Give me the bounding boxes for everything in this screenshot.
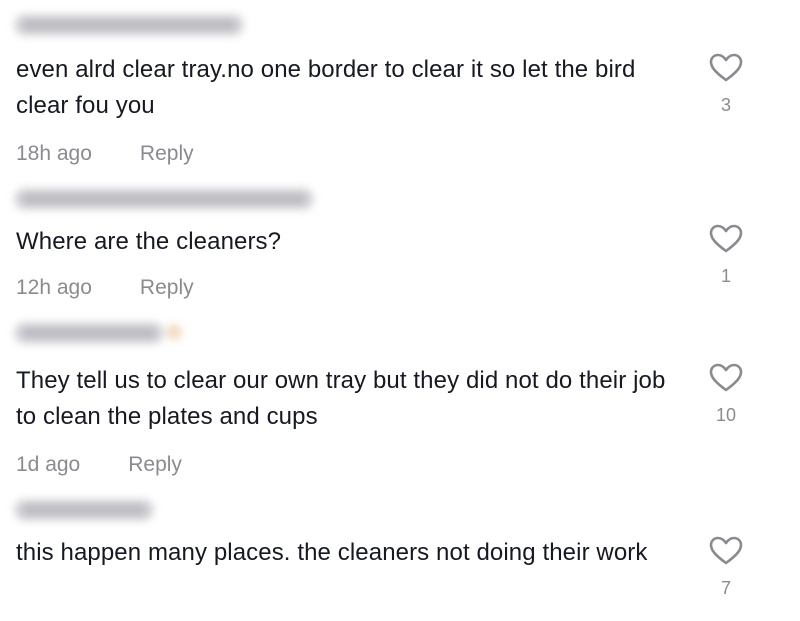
like-control[interactable]: 1 [705,224,747,287]
comment-meta: 1d ago Reply [16,453,182,477]
comment-text: this happen many places. the cleaners no… [16,539,648,566]
comment-text: even alrd clear tray.no one border to cl… [16,56,636,119]
like-control[interactable]: 10 [705,363,747,426]
comment-text: They tell us to clear our own tray but t… [16,367,666,430]
like-control[interactable]: 7 [705,536,747,599]
heart-outline-icon[interactable] [709,53,743,83]
reply-button[interactable]: Reply [140,142,194,166]
reply-button[interactable]: Reply [140,276,194,300]
comment-meta: 12h ago Reply [16,276,194,300]
comment-meta: 18h ago Reply [16,142,194,166]
like-count: 3 [720,95,731,115]
comment-timestamp: 12h ago [16,276,92,299]
reply-button[interactable]: Reply [128,453,182,477]
like-count: 1 [720,266,731,286]
heart-outline-icon[interactable] [709,224,743,254]
username-blurred[interactable] [14,188,314,210]
username-blurred[interactable] [14,499,154,521]
username-blurred[interactable] [14,322,182,344]
comment-timestamp: 1d ago [16,453,81,476]
heart-outline-icon[interactable] [709,536,743,566]
username-blurred[interactable] [14,14,244,36]
comment-timestamp: 18h ago [16,142,92,165]
heart-outline-icon[interactable] [709,363,743,393]
like-count: 7 [720,578,731,598]
like-count: 10 [715,405,737,425]
like-control[interactable]: 3 [705,53,747,116]
comment-text: Where are the cleaners? [16,228,282,255]
